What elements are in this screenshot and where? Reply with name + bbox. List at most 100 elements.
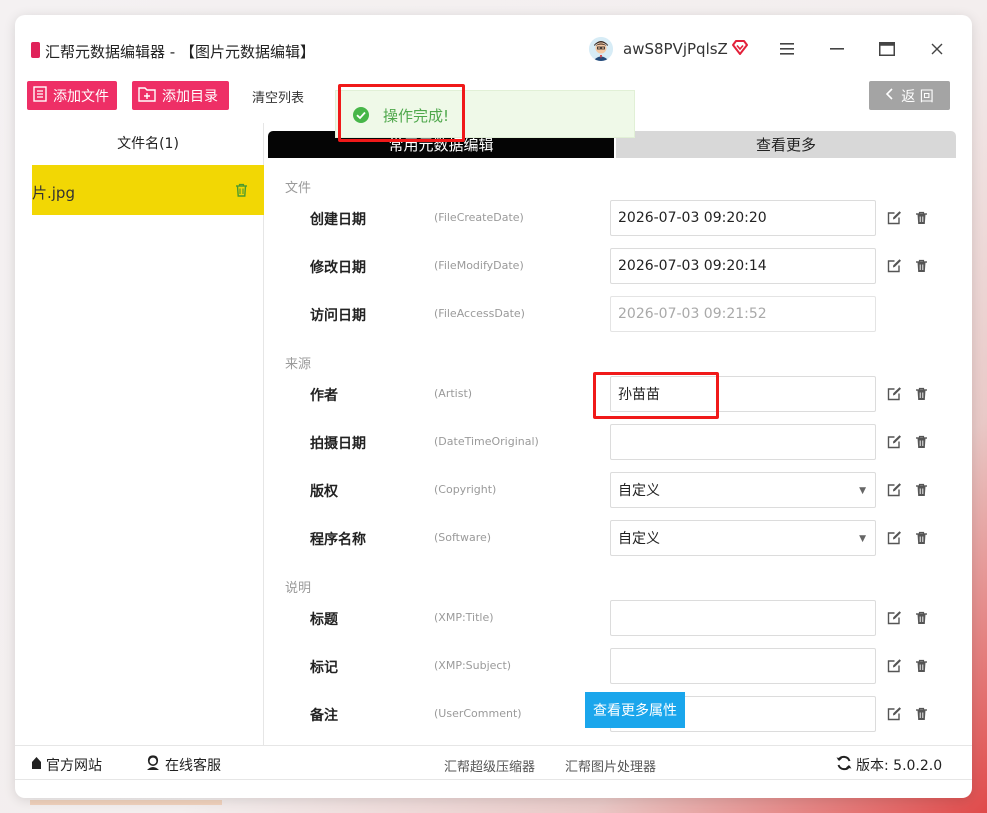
trash-icon[interactable]	[915, 386, 928, 405]
version-label: 版本: 5.0.2.0	[856, 758, 943, 774]
close-icon[interactable]	[923, 35, 951, 63]
create-date-field[interactable]: 2026-07-03 09:20:20	[610, 200, 876, 236]
row-key: (Copyright)	[434, 483, 497, 496]
edit-icon[interactable]	[887, 210, 902, 229]
image-tool-link[interactable]: 汇帮图片处理器	[565, 756, 656, 775]
software-value: 自定义	[618, 531, 660, 547]
row-label: 修改日期	[310, 260, 366, 276]
row-label: 创建日期	[310, 212, 366, 228]
trash-icon[interactable]	[235, 182, 248, 201]
row-key: (FileCreateDate)	[434, 211, 524, 224]
title-bar: 汇帮元数据编辑器 - 【图片元数据编辑】 awS8PVjPqlsZ	[15, 15, 972, 71]
xmp-title-field[interactable]	[610, 600, 876, 636]
row-key: (DateTimeOriginal)	[434, 435, 539, 448]
metadata-row: 作者 (Artist) 孙苗苗	[15, 376, 972, 412]
trash-icon[interactable]	[915, 530, 928, 549]
metadata-row: 版权 (Copyright) 自定义 ▼	[15, 472, 972, 508]
xmp-subject-field[interactable]	[610, 648, 876, 684]
metadata-row: 修改日期 (FileModifyDate) 2026-07-03 09:20:1…	[15, 248, 972, 284]
support-agent-icon	[145, 755, 161, 775]
row-label: 程序名称	[310, 532, 366, 548]
dropdown-arrow-icon: ▼	[859, 486, 866, 496]
tab-view-more[interactable]: 查看更多	[616, 131, 956, 158]
official-website-link[interactable]: 官方网站	[31, 755, 102, 775]
app-window: 汇帮元数据编辑器 - 【图片元数据编辑】 awS8PVjPqlsZ 添加文件 添…	[15, 15, 972, 798]
row-label: 版权	[310, 484, 338, 500]
row-label: 备注	[310, 708, 338, 724]
trash-icon[interactable]	[915, 658, 928, 677]
website-label: 官方网站	[46, 758, 102, 774]
dropdown-arrow-icon: ▼	[859, 534, 866, 544]
file-list-icon	[33, 85, 47, 106]
edit-icon[interactable]	[887, 386, 902, 405]
back-label: 返 回	[901, 88, 934, 105]
row-label: 作者	[310, 388, 338, 404]
add-dir-label: 添加目录	[162, 88, 218, 105]
user-avatar[interactable]	[589, 37, 613, 61]
toast-highlight-box	[338, 84, 465, 142]
username[interactable]: awS8PVjPqlsZ	[623, 40, 728, 58]
edit-icon[interactable]	[887, 530, 902, 549]
menu-icon[interactable]	[773, 35, 801, 63]
trash-icon[interactable]	[915, 258, 928, 277]
access-date-field: 2026-07-03 09:21:52	[610, 296, 876, 332]
copyright-value: 自定义	[618, 483, 660, 499]
copyright-select[interactable]: 自定义 ▼	[610, 472, 876, 508]
maximize-icon[interactable]	[873, 35, 901, 63]
row-key: (UserComment)	[434, 707, 522, 720]
metadata-row: 标题 (XMP:Title)	[15, 600, 972, 636]
row-label: 访问日期	[310, 308, 366, 324]
row-key: (FileModifyDate)	[434, 259, 524, 272]
add-file-button[interactable]: 添加文件	[27, 81, 117, 110]
trash-icon[interactable]	[915, 482, 928, 501]
row-label: 标记	[310, 660, 338, 676]
row-key: (XMP:Title)	[434, 611, 494, 624]
add-directory-button[interactable]: 添加目录	[132, 81, 229, 110]
status-bar: 官方网站 在线客服 汇帮超级压缩器 汇帮图片处理器 版本: 5.0.2.0	[15, 745, 972, 780]
metadata-row: 备注 (UserComment)	[15, 696, 972, 732]
edit-icon[interactable]	[887, 706, 902, 725]
version-info[interactable]: 版本: 5.0.2.0	[836, 755, 942, 775]
minimize-icon[interactable]	[823, 35, 851, 63]
edit-icon[interactable]	[887, 658, 902, 677]
row-key: (XMP:Subject)	[434, 659, 512, 672]
trash-icon[interactable]	[915, 706, 928, 725]
section-description: 说明	[285, 581, 312, 596]
file-list-header: 文件名(1)	[117, 136, 179, 152]
modify-date-field[interactable]: 2026-07-03 09:20:14	[610, 248, 876, 284]
background-strip	[30, 800, 222, 805]
home-icon	[31, 756, 42, 774]
row-key: (FileAccessDate)	[434, 307, 525, 320]
clear-list-button[interactable]: 清空列表	[252, 87, 304, 106]
software-select[interactable]: 自定义 ▼	[610, 520, 876, 556]
metadata-row: 标记 (XMP:Subject)	[15, 648, 972, 684]
metadata-row: 拍摄日期 (DateTimeOriginal)	[15, 424, 972, 460]
section-source: 来源	[285, 357, 312, 372]
metadata-row: 访问日期 (FileAccessDate) 2026-07-03 09:21:5…	[15, 296, 972, 332]
metadata-row: 创建日期 (FileCreateDate) 2026-07-03 09:20:2…	[15, 200, 972, 236]
metadata-row: 程序名称 (Software) 自定义 ▼	[15, 520, 972, 556]
view-more-properties-button[interactable]: 查看更多属性	[585, 692, 685, 728]
online-support-link[interactable]: 在线客服	[145, 755, 221, 775]
chevron-left-icon	[885, 87, 893, 104]
app-logo-icon	[31, 42, 40, 58]
support-label: 在线客服	[165, 758, 221, 774]
date-time-original-field[interactable]	[610, 424, 876, 460]
row-key: (Software)	[434, 531, 492, 544]
edit-icon[interactable]	[887, 434, 902, 453]
edit-icon[interactable]	[887, 482, 902, 501]
add-file-label: 添加文件	[53, 88, 109, 105]
row-label: 拍摄日期	[310, 436, 366, 452]
edit-icon[interactable]	[887, 258, 902, 277]
row-key: (Artist)	[434, 387, 473, 400]
refresh-icon	[836, 755, 852, 775]
trash-icon[interactable]	[915, 210, 928, 229]
vip-diamond-icon[interactable]	[731, 39, 749, 57]
row-label: 标题	[310, 612, 338, 628]
trash-icon[interactable]	[915, 610, 928, 629]
edit-icon[interactable]	[887, 610, 902, 629]
compressor-link[interactable]: 汇帮超级压缩器	[444, 756, 535, 775]
trash-icon[interactable]	[915, 434, 928, 453]
section-file: 文件	[285, 181, 312, 196]
back-button[interactable]: 返 回	[869, 81, 950, 110]
